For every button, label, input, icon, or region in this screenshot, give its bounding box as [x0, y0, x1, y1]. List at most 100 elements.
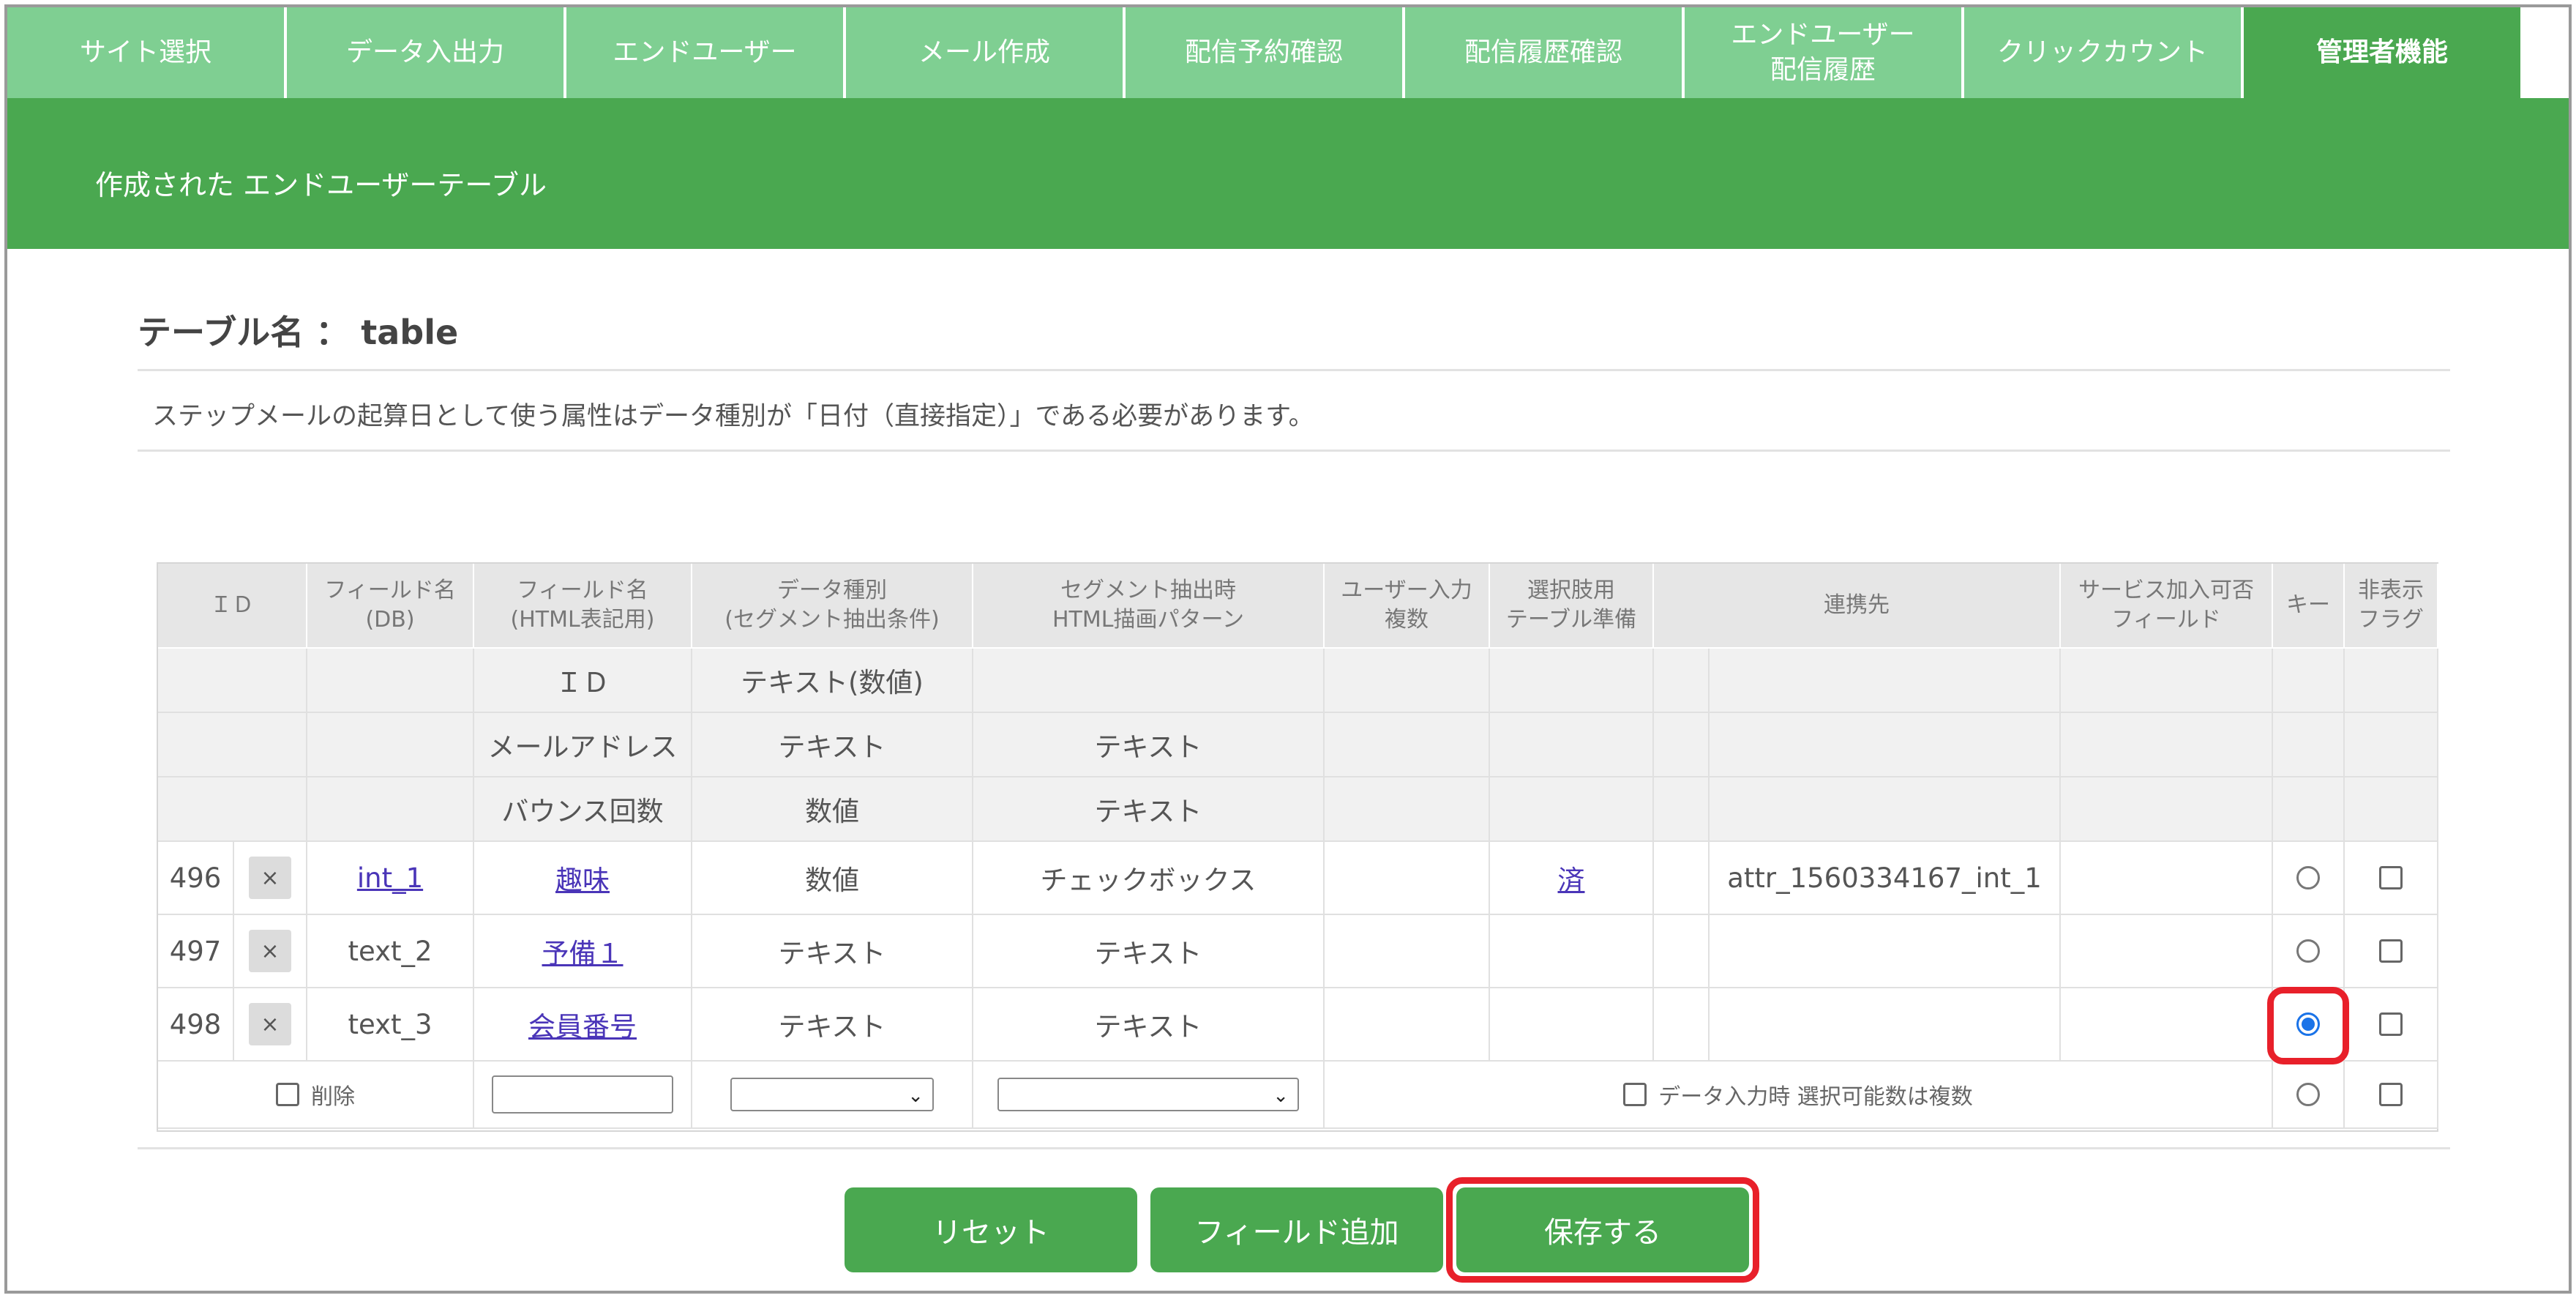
- header-id: ＩＤ: [158, 564, 307, 649]
- chevron-down-icon: ⌄: [907, 1085, 924, 1107]
- delete-row-button[interactable]: ×: [249, 1003, 291, 1045]
- divider: [138, 450, 2450, 452]
- hidden-flag-checkbox[interactable]: [2379, 939, 2403, 963]
- nav-tab[interactable]: 配信履歴確認: [1405, 7, 1685, 98]
- row-db-name: text_3: [348, 1008, 433, 1040]
- row-db-name-cell: text_3: [307, 988, 474, 1062]
- row-html-name-link[interactable]: 趣味: [555, 858, 610, 898]
- fixed-row-empty: [2061, 777, 2273, 842]
- fixed-row-empty: [1325, 777, 1490, 842]
- row-db-name-cell: text_2: [307, 915, 474, 988]
- nav-tab[interactable]: 配信予約確認: [1126, 7, 1405, 98]
- banner-title: 作成された エンドユーザーテーブル: [95, 169, 547, 201]
- row-user-input: [1325, 915, 1490, 988]
- row-service-field: [2061, 915, 2273, 988]
- chevron-down-icon: ⌄: [1273, 1085, 1289, 1107]
- new-field-name-input[interactable]: [492, 1075, 673, 1114]
- key-radio-highlight: [2267, 987, 2349, 1064]
- row-link-target: attr_1560334167_int_1: [1710, 842, 2061, 915]
- fixed-row-segment: テキスト: [973, 777, 1325, 842]
- delete-checkbox[interactable]: [276, 1083, 299, 1106]
- row-db-name-link[interactable]: int_1: [357, 862, 423, 894]
- row-data-type: 数値: [692, 842, 973, 915]
- row-key-cell: [2273, 842, 2345, 915]
- fixed-row-data-type: 数値: [692, 777, 973, 842]
- data-type-select[interactable]: ⌄: [730, 1078, 934, 1111]
- row-user-input: [1325, 842, 1490, 915]
- row-html-name-cell: 趣味: [474, 842, 692, 915]
- row-delete-cell: ×: [234, 842, 307, 915]
- fixed-row-empty: [2061, 713, 2273, 777]
- delete-row-button[interactable]: ×: [249, 857, 291, 899]
- row-service-field: [2061, 988, 2273, 1062]
- fixed-row-id: [158, 713, 307, 777]
- fixed-row-html-name: バウンス回数: [474, 777, 692, 842]
- fixed-row-empty: [1710, 777, 2061, 842]
- row-db-name: text_2: [348, 935, 433, 967]
- row-delete-cell: ×: [234, 988, 307, 1062]
- fixed-row-empty: [1490, 713, 1654, 777]
- header-link: 連携先: [1654, 564, 2061, 649]
- page-banner: 作成された エンドユーザーテーブル: [7, 98, 2569, 249]
- new-row-key-cell: [2273, 1062, 2345, 1129]
- fixed-row-db: [307, 649, 474, 713]
- nav-tab[interactable]: エンドユーザー: [566, 7, 846, 98]
- fixed-row-db: [307, 713, 474, 777]
- multi-select-option: データ入力時 選択可能数は複数: [1623, 1078, 1973, 1111]
- row-key-cell: [2273, 915, 2345, 988]
- row-link-spacer: [1654, 988, 1710, 1062]
- hidden-flag-checkbox[interactable]: [2379, 866, 2403, 889]
- hidden-flag-checkbox[interactable]: [2379, 1083, 2403, 1106]
- fixed-row-empty: [1654, 713, 1710, 777]
- row-id: 496: [158, 842, 234, 915]
- nav-tab[interactable]: エンドユーザー 配信履歴: [1685, 7, 1964, 98]
- fixed-row-empty: [1490, 777, 1654, 842]
- row-user-input: [1325, 988, 1490, 1062]
- row-link-spacer: [1654, 915, 1710, 988]
- header-segment-pattern: セグメント抽出時 HTML描画パターン: [973, 564, 1325, 649]
- row-delete-cell: ×: [234, 915, 307, 988]
- row-html-name-link[interactable]: 予備１: [542, 931, 624, 971]
- segment-pattern-select[interactable]: ⌄: [997, 1078, 1299, 1111]
- fixed-row-data-type: テキスト(数値): [692, 649, 973, 713]
- header-data-type: データ種別 (セグメント抽出条件): [692, 564, 973, 649]
- nav-tab[interactable]: 管理者機能: [2244, 7, 2523, 98]
- fixed-row-empty: [1490, 649, 1654, 713]
- row-db-name-cell: int_1: [307, 842, 474, 915]
- fixed-row-empty: [1710, 713, 2061, 777]
- row-data-type: テキスト: [692, 915, 973, 988]
- reset-button[interactable]: リセット: [845, 1187, 1137, 1272]
- fixed-row-empty: [1325, 649, 1490, 713]
- fixed-row-id: [158, 777, 307, 842]
- row-html-name-link[interactable]: 会員番号: [528, 1004, 637, 1044]
- nav-tab[interactable]: メール作成: [846, 7, 1126, 98]
- row-link-target: [1710, 915, 2061, 988]
- key-radio[interactable]: [2296, 866, 2320, 889]
- fixed-row-empty: [2345, 713, 2438, 777]
- header-field-db: フィールド名 (DB): [307, 564, 474, 649]
- new-row-multi-cell: データ入力時 選択可能数は複数: [1325, 1062, 2273, 1129]
- new-row-delete-cell: 削除: [158, 1062, 474, 1129]
- fixed-row-empty: [1325, 713, 1490, 777]
- multi-select-checkbox[interactable]: [1623, 1083, 1647, 1106]
- save-button-highlight: [1446, 1177, 1759, 1283]
- delete-row-button[interactable]: ×: [249, 930, 291, 972]
- nav-tab[interactable]: クリックカウント: [1964, 7, 2244, 98]
- step-mail-note: ステップメールの起算日として使う属性はデータ種別が「日付（直接指定）」である必要…: [152, 402, 1314, 431]
- add-field-button[interactable]: フィールド追加: [1150, 1187, 1443, 1272]
- key-radio[interactable]: [2296, 939, 2320, 963]
- fixed-row-empty: [2273, 713, 2345, 777]
- row-choice-link[interactable]: 済: [1558, 858, 1585, 898]
- multi-select-label: データ入力時 選択可能数は複数: [1658, 1084, 1973, 1110]
- row-segment-pattern: チェックボックス: [973, 842, 1325, 915]
- new-row-hidden-cell: [2345, 1062, 2438, 1129]
- nav-tab[interactable]: データ入出力: [287, 7, 566, 98]
- new-row-html-name-cell: [474, 1062, 692, 1129]
- header-choice-table: 選択肢用 テーブル準備: [1490, 564, 1654, 649]
- header-field-html: フィールド名 (HTML表記用): [474, 564, 692, 649]
- hidden-flag-checkbox[interactable]: [2379, 1012, 2403, 1036]
- fixed-row-empty: [2345, 649, 2438, 713]
- fixed-row-db: [307, 777, 474, 842]
- key-radio[interactable]: [2296, 1083, 2320, 1106]
- nav-tab[interactable]: サイト選択: [7, 7, 287, 98]
